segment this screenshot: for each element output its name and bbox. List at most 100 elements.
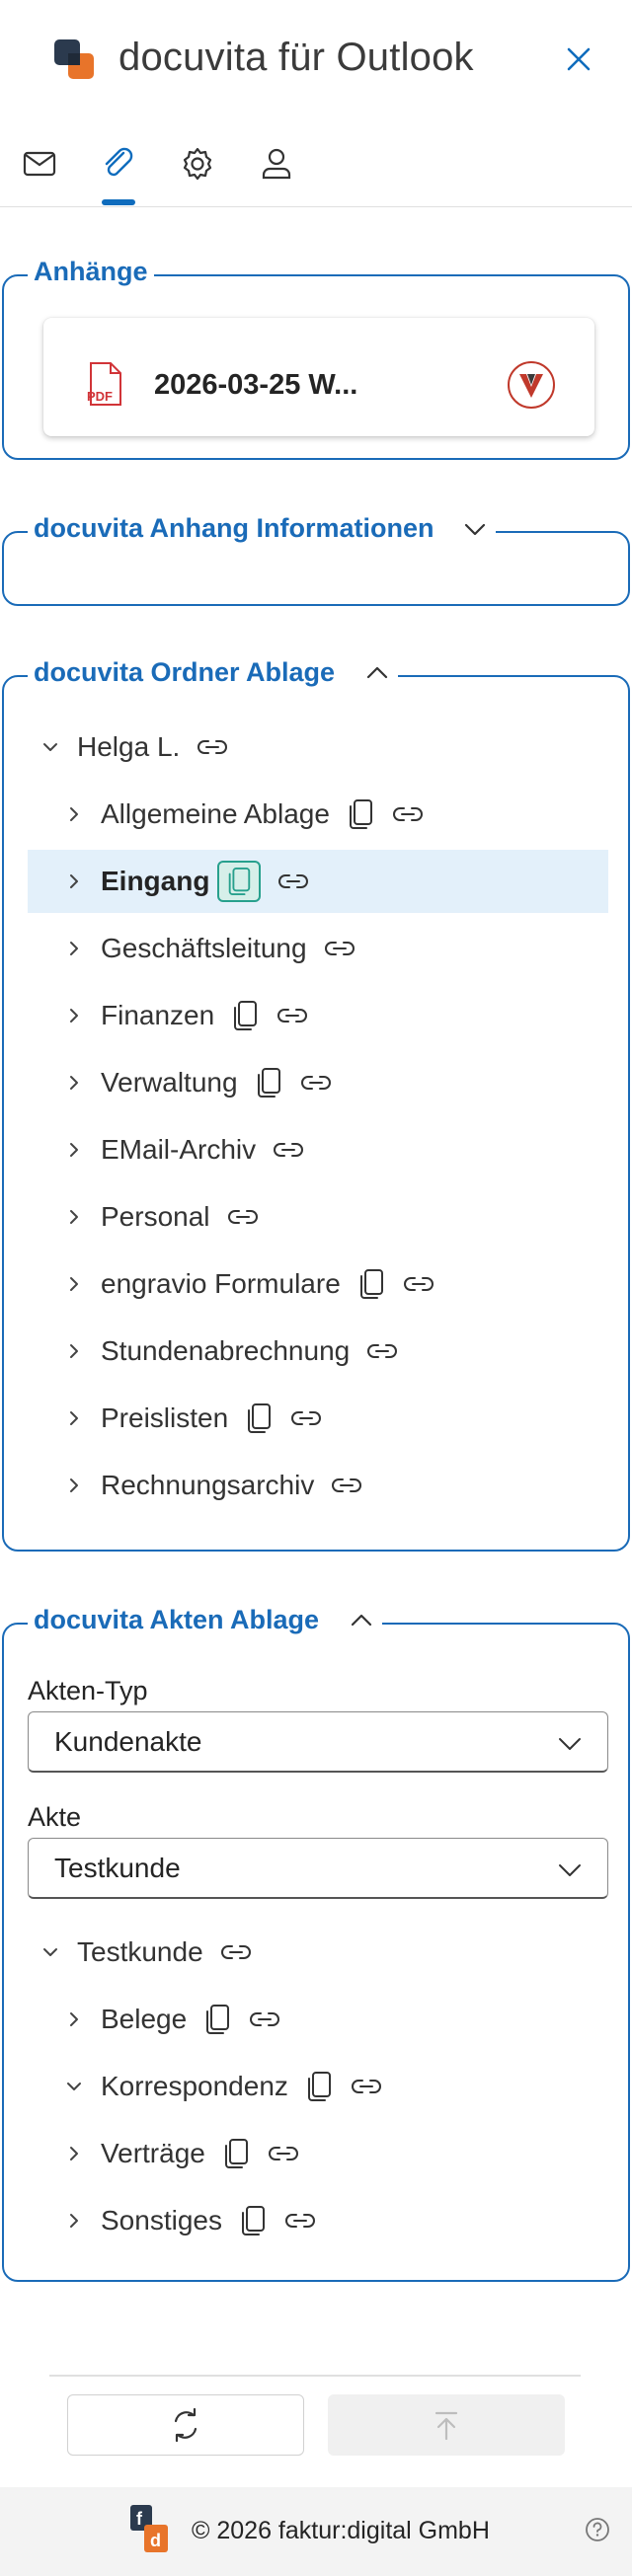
tree-item-label: Personal (101, 1201, 210, 1232)
copy-icon[interactable] (230, 999, 260, 1032)
folder-legend[interactable]: docuvita Ordner Ablage (28, 657, 399, 688)
chevron-right-icon[interactable] (63, 1072, 85, 1094)
chevron-down-icon (559, 1738, 581, 1750)
chevron-right-icon[interactable] (63, 1407, 85, 1429)
chevron-up-icon[interactable] (362, 658, 392, 688)
link-icon[interactable] (196, 730, 229, 764)
chevron-right-icon[interactable] (63, 1005, 85, 1026)
link-icon[interactable] (365, 1334, 399, 1368)
tab-mail[interactable] (18, 142, 61, 186)
link-icon[interactable] (283, 2204, 317, 2237)
link-icon[interactable] (289, 1402, 323, 1435)
chevron-down-icon[interactable] (40, 736, 61, 758)
upload-icon (434, 2411, 458, 2441)
chevron-right-icon[interactable] (63, 938, 85, 959)
footer-copyright: © 2026 faktur:digital GmbH (192, 2517, 490, 2544)
link-icon[interactable] (276, 865, 310, 898)
svg-text:PDF: PDF (87, 389, 113, 404)
akte-item-belege[interactable]: Belege (28, 1988, 608, 2051)
chevron-right-icon[interactable] (63, 1273, 85, 1295)
chevron-right-icon[interactable] (63, 2143, 85, 2164)
faktur-digital-logo-icon: f d (130, 2505, 168, 2552)
folder-section: docuvita Ordner Ablage Helga L. Allgemein… (2, 657, 630, 1552)
chevron-down-icon[interactable] (460, 514, 490, 544)
folder-item-allgemeine-ablage[interactable]: Allgemeine Ablage (28, 783, 608, 846)
akte-item-sonstiges[interactable]: Sonstiges (28, 2189, 608, 2252)
svg-text:f: f (136, 2509, 143, 2529)
copy-icon-highlighted[interactable] (217, 861, 262, 902)
attachment-card[interactable]: PDF 2026-03-25 W... (43, 318, 594, 436)
akte-item-korrespondenz[interactable]: Korrespondenz (28, 2055, 608, 2118)
folder-item-preislisten[interactable]: Preislisten (28, 1387, 608, 1450)
attachment-info-title: docuvita Anhang Informationen (34, 513, 434, 543)
chevron-right-icon[interactable] (63, 1475, 85, 1496)
chevron-up-icon[interactable] (347, 1606, 376, 1635)
tab-settings[interactable] (176, 142, 219, 186)
folder-item-eingang[interactable]: Eingang (28, 850, 608, 913)
link-icon[interactable] (272, 1133, 305, 1167)
chevron-down-icon (559, 1864, 581, 1876)
folder-item-stundenabrechnung[interactable]: Stundenabrechnung (28, 1320, 608, 1383)
copy-icon[interactable] (304, 2070, 334, 2103)
copy-icon[interactable] (225, 866, 253, 897)
link-icon[interactable] (276, 999, 309, 1032)
link-icon[interactable] (248, 2003, 281, 2036)
link-icon[interactable] (330, 1469, 363, 1502)
link-icon[interactable] (226, 1200, 260, 1234)
chevron-down-icon[interactable] (63, 2076, 85, 2097)
folder-item-email-archiv[interactable]: EMail-Archiv (28, 1118, 608, 1181)
attachments-section: Anhänge PDF 2026-03-25 W... (2, 257, 630, 460)
folder-item-finanzen[interactable]: Finanzen (28, 984, 608, 1047)
folder-item-geschäftsleitung[interactable]: Geschäftsleitung (28, 917, 608, 980)
akten-legend[interactable]: docuvita Akten Ablage (28, 1605, 383, 1635)
akte-value: Testkunde (54, 1852, 181, 1883)
akte-label: Akte (28, 1802, 82, 1832)
tree-item-label: Testkunde (77, 1936, 203, 1967)
chevron-down-icon[interactable] (40, 1941, 61, 1963)
folder-item-personal[interactable]: Personal (28, 1185, 608, 1249)
copy-icon[interactable] (202, 2003, 232, 2036)
copy-icon[interactable] (221, 2137, 251, 2170)
folder-item-verwaltung[interactable]: Verwaltung (28, 1051, 608, 1114)
link-icon[interactable] (219, 1935, 253, 1969)
attachment-info-legend[interactable]: docuvita Anhang Informationen (28, 513, 496, 544)
link-icon[interactable] (350, 2070, 383, 2103)
copy-icon[interactable] (346, 797, 375, 831)
chevron-right-icon[interactable] (63, 803, 85, 825)
tree-root-testkunde[interactable]: Testkunde (28, 1921, 608, 1984)
close-icon[interactable] (559, 39, 598, 79)
refresh-button[interactable] (67, 2394, 304, 2456)
chevron-right-icon[interactable] (63, 871, 85, 892)
akte-select[interactable]: Testkunde (28, 1838, 608, 1899)
upload-button[interactable] (328, 2394, 565, 2456)
chevron-right-icon[interactable] (63, 1139, 85, 1161)
app-header: docuvita für Outlook (0, 0, 632, 120)
tree-root-helga[interactable]: Helga L. (28, 716, 608, 779)
help-icon[interactable] (585, 2517, 610, 2542)
folder-item-engravio-formulare[interactable]: engravio Formulare (28, 1252, 608, 1316)
akten-typ-select[interactable]: Kundenakte (28, 1711, 608, 1773)
tree-item-label: engravio Formulare (101, 1268, 341, 1299)
copy-icon[interactable] (244, 1402, 274, 1435)
link-icon[interactable] (299, 1066, 333, 1099)
link-icon[interactable] (402, 1267, 435, 1301)
chevron-right-icon[interactable] (63, 2210, 85, 2232)
gear-icon (183, 147, 212, 181)
copy-icon[interactable] (254, 1066, 283, 1099)
chevron-right-icon[interactable] (63, 2008, 85, 2030)
copy-icon[interactable] (356, 1267, 386, 1301)
tab-attachments[interactable] (97, 142, 140, 186)
link-icon[interactable] (323, 932, 356, 965)
link-icon[interactable] (391, 797, 425, 831)
chevron-right-icon[interactable] (63, 1206, 85, 1228)
link-icon[interactable] (267, 2137, 300, 2170)
akte-item-verträge[interactable]: Verträge (28, 2122, 608, 2185)
tree-item-label: Stundenabrechnung (101, 1335, 351, 1366)
app-title: docuvita für Outlook (118, 36, 474, 79)
tab-user[interactable] (255, 142, 298, 186)
copy-icon[interactable] (238, 2204, 268, 2237)
docuvita-icon[interactable] (506, 359, 557, 411)
akten-typ-label: Akten-Typ (28, 1676, 148, 1705)
chevron-right-icon[interactable] (63, 1340, 85, 1362)
folder-item-rechnungsarchiv[interactable]: Rechnungsarchiv (28, 1454, 608, 1517)
